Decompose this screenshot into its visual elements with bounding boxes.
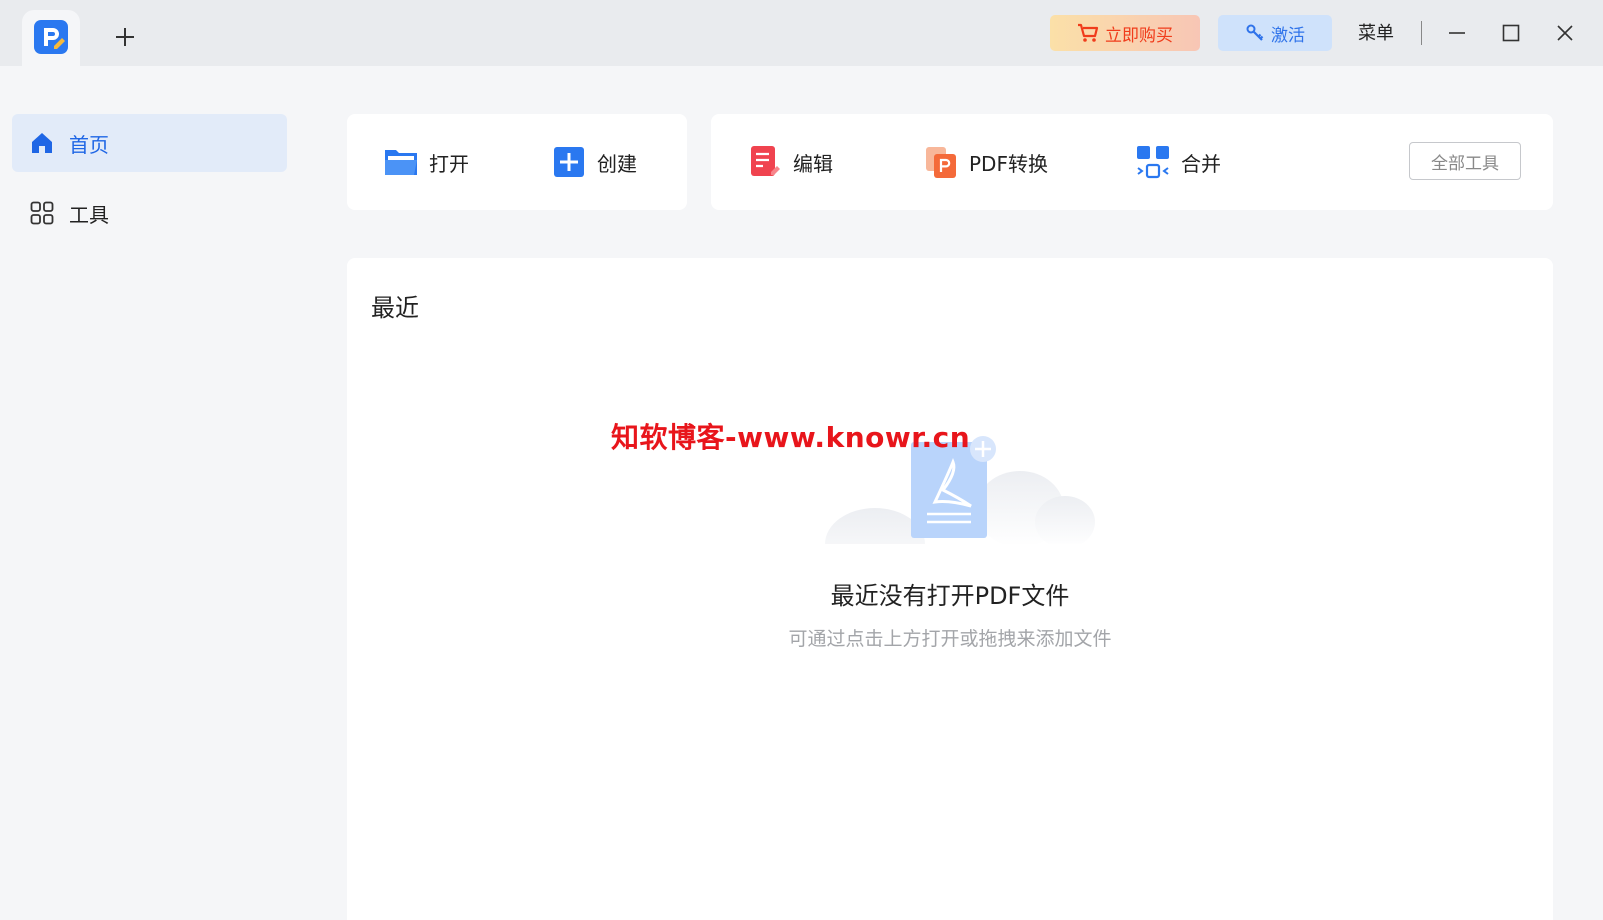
minimize-button[interactable] [1440, 16, 1474, 50]
merge-icon [1135, 144, 1171, 180]
close-button[interactable] [1548, 16, 1582, 50]
edit-document-icon [747, 144, 783, 180]
grid-icon [29, 200, 55, 226]
app-home-tab[interactable] [22, 10, 80, 66]
sidebar-item-home[interactable]: 首页 [12, 114, 287, 172]
add-square-icon [551, 144, 587, 180]
quick-actions-tools: 编辑 PDF转换 合并 全部工具 [711, 114, 1553, 210]
merge-label: 合并 [1181, 151, 1221, 176]
plus-icon [116, 28, 134, 46]
minimize-icon [1449, 32, 1465, 34]
sidebar: 首页 工具 [0, 66, 298, 920]
create-button[interactable]: 创建 [551, 144, 637, 180]
create-label: 创建 [597, 151, 637, 176]
edit-button[interactable]: 编辑 [747, 144, 833, 180]
merge-button[interactable]: 合并 [1135, 144, 1221, 180]
title-bar: 立即购买 激活 菜单 [0, 0, 1603, 66]
convert-icon [923, 144, 959, 180]
watermark-text: 知软博客-www.knowr.cn [611, 421, 971, 454]
open-label: 打开 [429, 151, 469, 176]
empty-pdf-illustration [815, 436, 1105, 594]
open-button[interactable]: 打开 [383, 144, 469, 180]
home-icon [29, 130, 55, 156]
recent-panel: 最近 知软博客-www.knowr.cn 最近没有打开PDF文件 可通过点击上方… [347, 258, 1553, 920]
sidebar-item-label: 工具 [69, 202, 109, 227]
new-tab-button[interactable] [108, 20, 142, 54]
empty-state-title: 最近没有打开PDF文件 [830, 582, 1070, 610]
folder-icon [383, 144, 419, 180]
empty-state-hint: 可通过点击上方打开或拖拽来添加文件 [788, 628, 1112, 650]
maximize-icon [1502, 24, 1520, 42]
edit-label: 编辑 [793, 151, 833, 176]
cart-icon [1078, 23, 1099, 42]
quick-actions-file: 打开 创建 [347, 114, 687, 210]
activate-button[interactable]: 激活 [1218, 15, 1332, 51]
all-tools-button[interactable]: 全部工具 [1409, 142, 1521, 180]
buy-now-label: 立即购买 [1105, 25, 1173, 46]
buy-now-button[interactable]: 立即购买 [1050, 15, 1200, 51]
sidebar-item-tools[interactable]: 工具 [12, 184, 287, 242]
titlebar-divider [1421, 21, 1422, 45]
sidebar-item-label: 首页 [69, 132, 109, 157]
key-icon [1246, 24, 1264, 41]
menu-button[interactable]: 菜单 [1358, 20, 1394, 48]
pdf-convert-button[interactable]: PDF转换 [923, 144, 1048, 180]
app-logo-icon [34, 20, 68, 54]
activate-label: 激活 [1271, 25, 1305, 46]
maximize-button[interactable] [1494, 16, 1528, 50]
close-icon [1557, 25, 1573, 41]
pdf-convert-label: PDF转换 [969, 151, 1048, 176]
recent-title: 最近 [371, 294, 419, 322]
